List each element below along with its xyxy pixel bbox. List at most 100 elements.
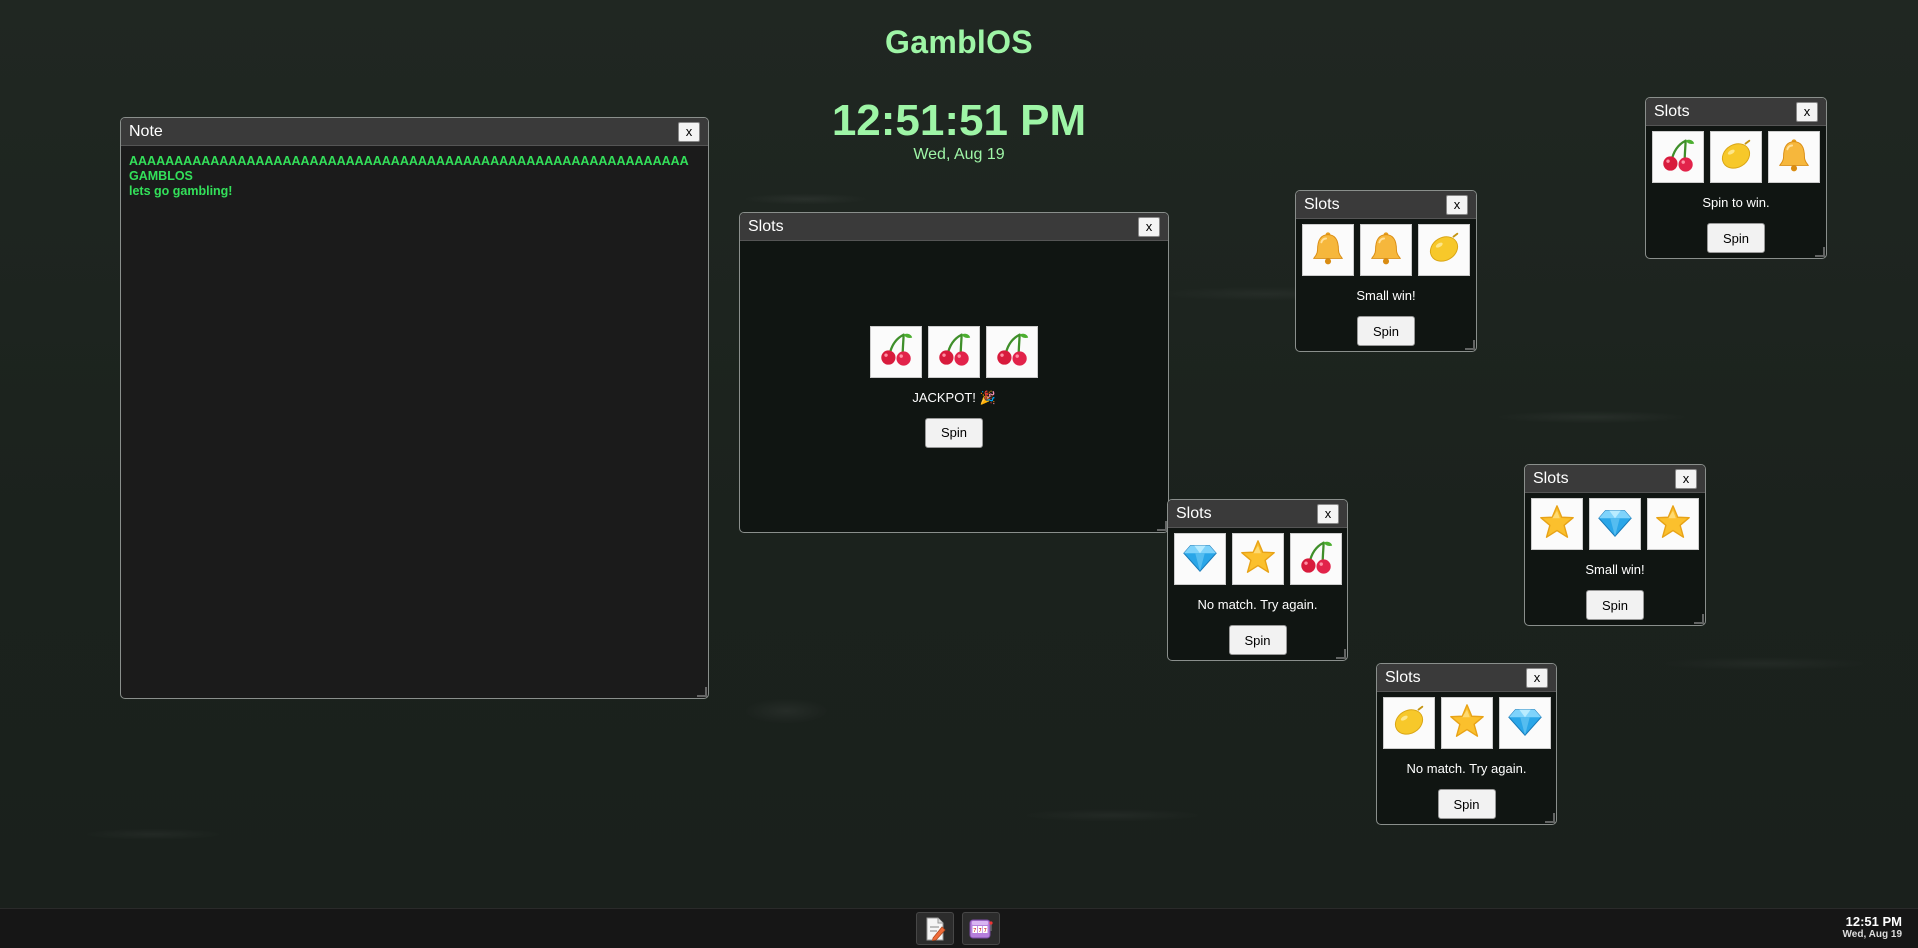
slot-reel: [986, 325, 1038, 378]
slot-reel: [1710, 131, 1762, 183]
slots-titlebar[interactable]: Slots x: [1377, 664, 1556, 692]
slot-result-message: No match. Try again.: [1406, 761, 1527, 776]
slot-reel: [1652, 131, 1704, 183]
svg-text:7: 7: [984, 928, 987, 934]
star-icon: [1239, 538, 1277, 581]
close-button[interactable]: x: [1446, 194, 1468, 215]
star-icon: [1448, 702, 1486, 745]
tray-time: 12:51 PM: [1845, 914, 1902, 929]
slots-window[interactable]: Slots x Spin to win. Spin: [1645, 97, 1827, 259]
slots-window[interactable]: Slots x No match. Try again. Spin: [1167, 499, 1348, 661]
slot-result-message: No match. Try again.: [1197, 597, 1318, 612]
slots-titlebar[interactable]: Slots x: [1168, 500, 1347, 528]
slots-window[interactable]: Slots x JACKPOT! 🎉 Spin: [739, 212, 1169, 533]
close-button[interactable]: x: [1675, 468, 1697, 489]
close-button[interactable]: x: [1138, 216, 1160, 237]
window-title: Slots: [1176, 504, 1212, 522]
slots-window[interactable]: Slots x Small win! Spin: [1295, 190, 1477, 352]
slot-reel: [1382, 697, 1435, 749]
diamond-icon: [1596, 503, 1634, 546]
spin-button[interactable]: Spin: [1357, 316, 1415, 346]
resize-handle[interactable]: [1545, 813, 1555, 823]
slot-reels: [1652, 131, 1820, 183]
slots-titlebar[interactable]: Slots x: [1525, 465, 1705, 493]
slots-app-icon[interactable]: 7 7 7: [962, 912, 1000, 945]
cherry-icon: [877, 330, 915, 373]
bell-icon: [1309, 229, 1347, 272]
svg-text:7: 7: [973, 928, 976, 934]
slot-reel: [1531, 498, 1583, 550]
slot-reel: [1498, 697, 1551, 749]
bell-icon: [1775, 136, 1813, 179]
star-icon: [1654, 503, 1692, 546]
slot-result-message: Small win!: [1356, 288, 1416, 303]
slot-reel: [1173, 533, 1226, 585]
os-brand-title: GamblOS: [885, 24, 1033, 60]
spin-button[interactable]: Spin: [1707, 223, 1765, 253]
window-title: Slots: [748, 217, 784, 235]
resize-handle[interactable]: [697, 687, 707, 697]
cherry-icon: [993, 330, 1031, 373]
resize-handle[interactable]: [1336, 649, 1346, 659]
slot-reel: [1440, 697, 1493, 749]
tray-date: Wed, Aug 19: [1842, 929, 1902, 940]
diamond-icon: [1506, 702, 1544, 745]
slots-window[interactable]: Slots x No match. Try again. Spin: [1376, 663, 1557, 825]
resize-handle[interactable]: [1465, 340, 1475, 350]
spin-button[interactable]: Spin: [1586, 590, 1644, 620]
taskbar-apps: 7 7 7: [916, 912, 1000, 945]
slot-reels: [1302, 224, 1470, 276]
slot-result-message: Small win!: [1585, 562, 1645, 577]
cherry-icon: [935, 330, 973, 373]
slots-window[interactable]: Slots x Small win! Spin: [1524, 464, 1706, 626]
close-button[interactable]: x: [1796, 101, 1818, 122]
resize-handle[interactable]: [1694, 614, 1704, 624]
spin-button[interactable]: Spin: [1228, 625, 1287, 655]
note-textarea[interactable]: AAAAAAAAAAAAAAAAAAAAAAAAAAAAAAAAAAAAAAAA…: [121, 146, 708, 207]
spin-button[interactable]: Spin: [925, 417, 983, 448]
slot-reels: [1531, 498, 1699, 550]
svg-text:7: 7: [978, 928, 981, 934]
lemon-icon: [1425, 229, 1463, 272]
window-title: Note: [129, 122, 163, 140]
window-title: Slots: [1304, 195, 1340, 213]
spin-button[interactable]: Spin: [1437, 789, 1496, 819]
slot-reel: [1289, 533, 1342, 585]
lemon-icon: [1717, 136, 1755, 179]
slot-reel: [1589, 498, 1641, 550]
slot-result-message: JACKPOT! 🎉: [912, 389, 996, 405]
diamond-icon: [1181, 538, 1219, 581]
slot-reel: [1647, 498, 1699, 550]
resize-handle[interactable]: [1157, 521, 1167, 531]
slot-reel: [1768, 131, 1820, 183]
note-window[interactable]: Note x AAAAAAAAAAAAAAAAAAAAAAAAAAAAAAAAA…: [120, 117, 709, 699]
window-title: Slots: [1385, 668, 1421, 686]
note-app-icon[interactable]: [916, 912, 954, 945]
slot-reel: [928, 325, 980, 378]
slots-titlebar[interactable]: Slots x: [740, 213, 1168, 241]
cherry-icon: [1659, 136, 1697, 179]
close-button[interactable]: x: [1526, 667, 1548, 688]
resize-handle[interactable]: [1815, 247, 1825, 257]
star-icon: [1538, 503, 1576, 546]
slot-reel: [870, 325, 922, 378]
slots-titlebar[interactable]: Slots x: [1296, 191, 1476, 219]
close-button[interactable]: x: [678, 121, 700, 142]
slot-reel: [1231, 533, 1284, 585]
bell-icon: [1367, 229, 1405, 272]
slot-reels: [870, 325, 1038, 378]
cherry-icon: [1297, 538, 1335, 581]
tray-clock: 12:51 PM Wed, Aug 19: [1843, 914, 1902, 941]
slot-reel: [1302, 224, 1354, 276]
note-titlebar[interactable]: Note x: [121, 118, 708, 146]
lemon-icon: [1390, 702, 1428, 745]
taskbar: 7 7 7 12:51 PM Wed, Aug 19: [0, 908, 1918, 948]
slots-titlebar[interactable]: Slots x: [1646, 98, 1826, 126]
slot-reels: [1173, 533, 1342, 585]
window-title: Slots: [1654, 102, 1690, 120]
slot-reel: [1418, 224, 1470, 276]
slot-result-message: Spin to win.: [1702, 195, 1770, 210]
slot-reel: [1360, 224, 1412, 276]
slot-reels: [1382, 697, 1551, 749]
close-button[interactable]: x: [1317, 503, 1339, 524]
